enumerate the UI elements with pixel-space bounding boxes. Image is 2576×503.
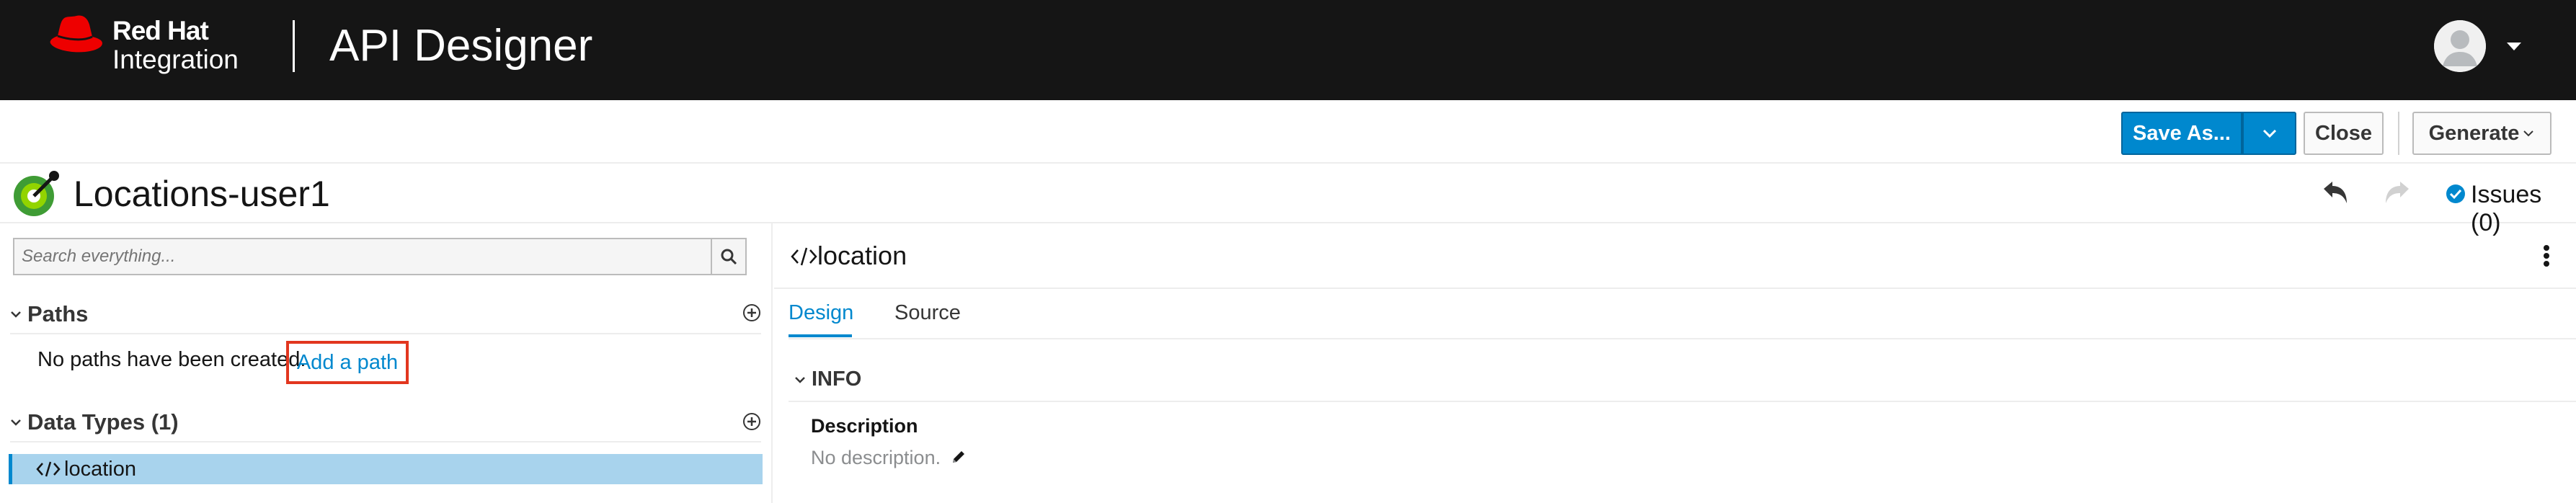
close-button[interactable]: Close xyxy=(2304,112,2384,155)
undo-icon[interactable] xyxy=(2321,180,2350,210)
brand-product: Integration xyxy=(112,45,239,74)
toolbar-divider xyxy=(2398,112,2399,155)
definition-title: location xyxy=(790,241,907,271)
info-section-title: INFO xyxy=(812,368,862,391)
active-tab-indicator xyxy=(789,334,852,337)
brand-divider xyxy=(293,20,295,72)
tabs-divider xyxy=(789,338,2576,339)
code-icon xyxy=(36,461,61,477)
description-value[interactable]: No description. xyxy=(811,447,941,469)
description-label: Description xyxy=(811,415,918,437)
info-divider xyxy=(789,401,2576,402)
redo-icon[interactable] xyxy=(2383,180,2412,210)
issues-check-icon[interactable] xyxy=(2446,184,2466,208)
tab-source[interactable]: Source xyxy=(894,301,961,325)
add-data-type-circle-icon[interactable] xyxy=(742,412,761,435)
search-button[interactable] xyxy=(711,238,747,275)
paths-section-title: Paths xyxy=(27,301,89,326)
data-type-item-location[interactable]: location xyxy=(9,454,763,484)
api-logo-icon xyxy=(12,170,61,221)
chevron-down-icon xyxy=(11,311,21,318)
brand-name: Red Hat xyxy=(112,16,209,45)
issues-link[interactable]: Issues (0) xyxy=(2471,181,2576,237)
chevron-down-icon xyxy=(795,376,805,383)
user-avatar-icon[interactable] xyxy=(2434,20,2486,72)
chevron-down-icon xyxy=(2262,129,2276,138)
search-icon xyxy=(721,249,737,265)
data-types-section-header[interactable]: Data Types (1) xyxy=(10,406,179,438)
data-types-section-title: Data Types (1) xyxy=(27,409,179,435)
kebab-menu-icon[interactable] xyxy=(2543,245,2550,267)
generate-button[interactable]: Generate xyxy=(2412,112,2551,155)
definition-header-divider xyxy=(774,288,2576,289)
api-title-bar xyxy=(0,164,2576,223)
data-types-divider xyxy=(10,441,761,442)
tab-design[interactable]: Design xyxy=(789,301,853,325)
info-section-header[interactable]: INFO xyxy=(794,368,861,391)
generate-label: Generate xyxy=(2428,121,2520,145)
user-menu-caret-icon[interactable] xyxy=(2507,42,2521,55)
app-title: API Designer xyxy=(329,21,593,71)
chevron-down-icon xyxy=(2523,130,2534,137)
paths-section-header[interactable]: Paths xyxy=(10,298,88,330)
red-hat-logo-icon xyxy=(48,7,105,61)
add-path-circle-icon[interactable] xyxy=(742,303,761,326)
code-icon xyxy=(791,247,817,266)
chevron-down-icon xyxy=(11,419,21,426)
paths-divider xyxy=(10,333,761,334)
no-paths-text: No paths have been created. xyxy=(37,348,306,371)
save-options-dropdown-button[interactable] xyxy=(2242,112,2296,155)
save-as-button[interactable]: Save As... xyxy=(2121,112,2242,155)
search-input[interactable] xyxy=(13,238,712,275)
data-type-item-label: location xyxy=(64,457,136,481)
api-name: Locations-user1 xyxy=(74,174,330,214)
add-path-link[interactable]: Add a path xyxy=(286,341,409,384)
pencil-icon[interactable] xyxy=(950,448,967,469)
definition-name: location xyxy=(817,241,907,270)
